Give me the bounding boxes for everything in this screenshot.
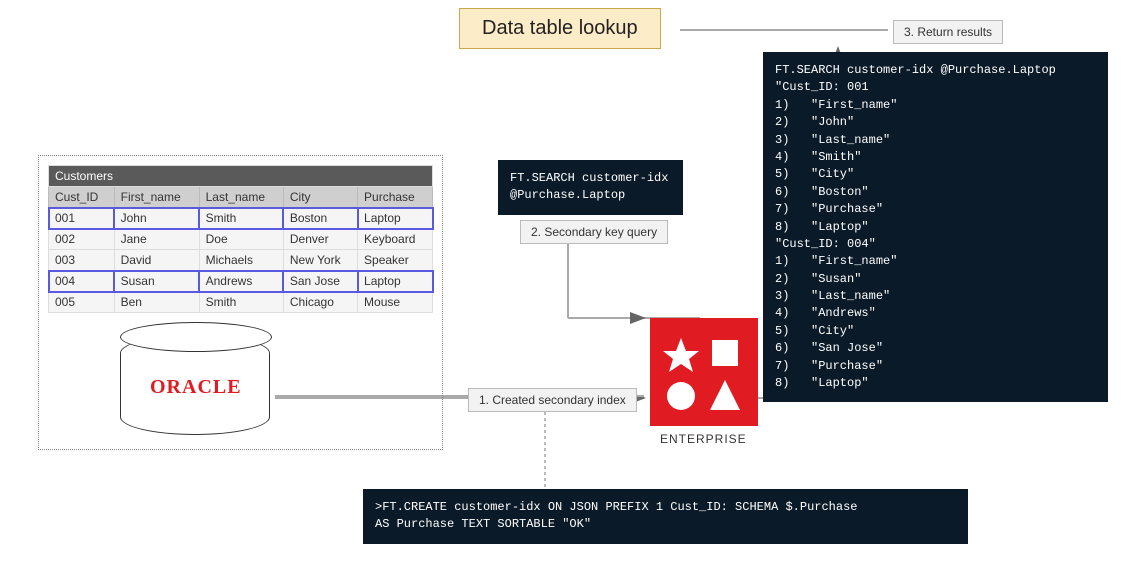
table-header: Last_name (199, 187, 283, 208)
oracle-label: ORACLE (150, 376, 242, 399)
table-row: 004SusanAndrewsSan JoseLaptop (49, 271, 433, 292)
table-cell: Smith (199, 292, 283, 313)
table-cell: 005 (49, 292, 115, 313)
table-cell: Keyboard (358, 229, 433, 250)
table-cell: Laptop (358, 271, 433, 292)
table-cell: Ben (114, 292, 199, 313)
step-2-label: 2. Secondary key query (520, 220, 668, 244)
table-cell: Michaels (199, 250, 283, 271)
diagram-title: Data table lookup (459, 8, 661, 49)
customers-table: Customers Cust_IDFirst_nameLast_nameCity… (48, 165, 433, 313)
enterprise-label: ENTERPRISE (660, 432, 747, 446)
table-cell: Susan (114, 271, 199, 292)
table-row: 005BenSmithChicagoMouse (49, 292, 433, 313)
code-create: >FT.CREATE customer-idx ON JSON PREFIX 1… (363, 489, 968, 544)
table-cell: John (114, 208, 199, 229)
table-cell: Doe (199, 229, 283, 250)
table-cell: 003 (49, 250, 115, 271)
table-cell: Chicago (283, 292, 357, 313)
table-row: 002JaneDoeDenverKeyboard (49, 229, 433, 250)
step-3-label: 3. Return results (893, 20, 1003, 44)
code-results: FT.SEARCH customer-idx @Purchase.Laptop … (763, 52, 1108, 402)
table-cell: Denver (283, 229, 357, 250)
table-header: Cust_ID (49, 187, 115, 208)
table-cell: Smith (199, 208, 283, 229)
table-cell: David (114, 250, 199, 271)
step-1-label: 1. Created secondary index (468, 388, 637, 412)
table-row: 001JohnSmithBostonLaptop (49, 208, 433, 229)
table-cell: San Jose (283, 271, 357, 292)
table-cell: 004 (49, 271, 115, 292)
table-title: Customers (49, 166, 433, 187)
table-cell: Andrews (199, 271, 283, 292)
table-row: 003DavidMichaelsNew YorkSpeaker (49, 250, 433, 271)
table-cell: Jane (114, 229, 199, 250)
table-cell: Mouse (358, 292, 433, 313)
table-header: First_name (114, 187, 199, 208)
table-cell: 002 (49, 229, 115, 250)
table-header: Purchase (358, 187, 433, 208)
table-cell: Speaker (358, 250, 433, 271)
enterprise-icon (650, 318, 758, 426)
code-query: FT.SEARCH customer-idx @Purchase.Laptop (498, 160, 683, 215)
table-cell: New York (283, 250, 357, 271)
table-cell: Laptop (358, 208, 433, 229)
table-cell: 001 (49, 208, 115, 229)
table-header: City (283, 187, 357, 208)
table-cell: Boston (283, 208, 357, 229)
